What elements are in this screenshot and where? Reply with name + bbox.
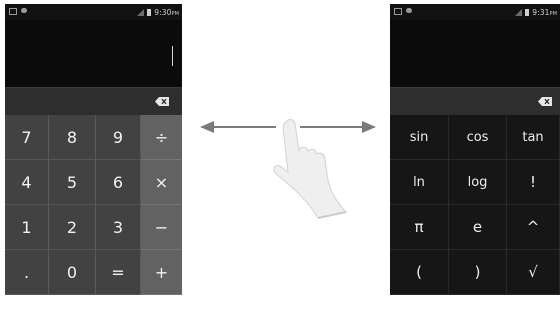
key-3[interactable]: 3 [96, 205, 141, 250]
key-divide[interactable]: ÷ [141, 115, 182, 160]
basic-calculator-screen: 9:30PM 7 8 9 ÷ 4 5 6 × 1 2 3−. 0 = + [5, 4, 182, 295]
key-6[interactable]: 6 [96, 160, 141, 205]
battery-icon [147, 9, 152, 16]
key-add[interactable]: + [141, 250, 182, 295]
key-sin[interactable]: sin [390, 115, 449, 160]
calculator-display[interactable] [5, 20, 182, 87]
key-pi[interactable]: π [390, 205, 449, 250]
basic-keypad: 7 8 9 ÷ 4 5 6 × 1 2 3−. 0 = + [5, 115, 182, 295]
key-equals[interactable]: = [96, 250, 141, 295]
key-8[interactable]: 8 [49, 115, 96, 160]
key-4[interactable]: 4 [5, 160, 49, 205]
key-2[interactable]: 2 [49, 205, 96, 250]
backspace-row [5, 87, 182, 116]
battery-icon [525, 9, 530, 16]
scientific-calculator-screen: 9:31PM sin cos tan ln log! π e ^ () √ [390, 4, 560, 295]
calculator-display[interactable] [390, 20, 560, 87]
key-close-paren[interactable]: ) [449, 250, 507, 295]
key-multiply[interactable]: × [141, 160, 182, 205]
key-power[interactable]: ^ [507, 205, 560, 250]
key-5[interactable]: 5 [49, 160, 96, 205]
key-sqrt[interactable]: √ [507, 250, 560, 295]
key-factorial[interactable]: ! [507, 160, 560, 205]
swipe-hand-icon [273, 119, 347, 219]
backspace-row [390, 87, 560, 116]
message-icon [406, 8, 412, 13]
signal-icon [137, 9, 145, 16]
message-icon [21, 8, 27, 13]
key-open-paren[interactable]: ( [390, 250, 449, 295]
status-bar: 9:31PM [390, 4, 560, 20]
status-time: 9:30PM [154, 8, 179, 17]
backspace-icon[interactable] [538, 97, 552, 106]
signal-icon [515, 9, 523, 16]
arrow-left-icon [200, 121, 276, 133]
key-decimal[interactable]: . [5, 250, 49, 295]
status-time: 9:31PM [532, 8, 557, 17]
key-1[interactable]: 1 [5, 205, 49, 250]
key-ln[interactable]: ln [390, 160, 449, 205]
key-9[interactable]: 9 [96, 115, 141, 160]
status-bar: 9:30PM [5, 4, 182, 20]
key-0[interactable]: 0 [49, 250, 96, 295]
key-e[interactable]: e [449, 205, 507, 250]
key-cos[interactable]: cos [449, 115, 507, 160]
text-cursor [172, 46, 173, 66]
key-tan[interactable]: tan [507, 115, 560, 160]
scientific-keypad: sin cos tan ln log! π e ^ () √ [390, 115, 560, 295]
arrow-right-icon [300, 121, 376, 133]
key-7[interactable]: 7 [5, 115, 49, 160]
swipe-gesture [200, 119, 376, 219]
image-icon [394, 8, 402, 15]
image-icon [9, 8, 17, 15]
key-log[interactable]: log [449, 160, 507, 205]
backspace-icon[interactable] [155, 97, 169, 106]
key-subtract[interactable]: − [141, 205, 182, 250]
